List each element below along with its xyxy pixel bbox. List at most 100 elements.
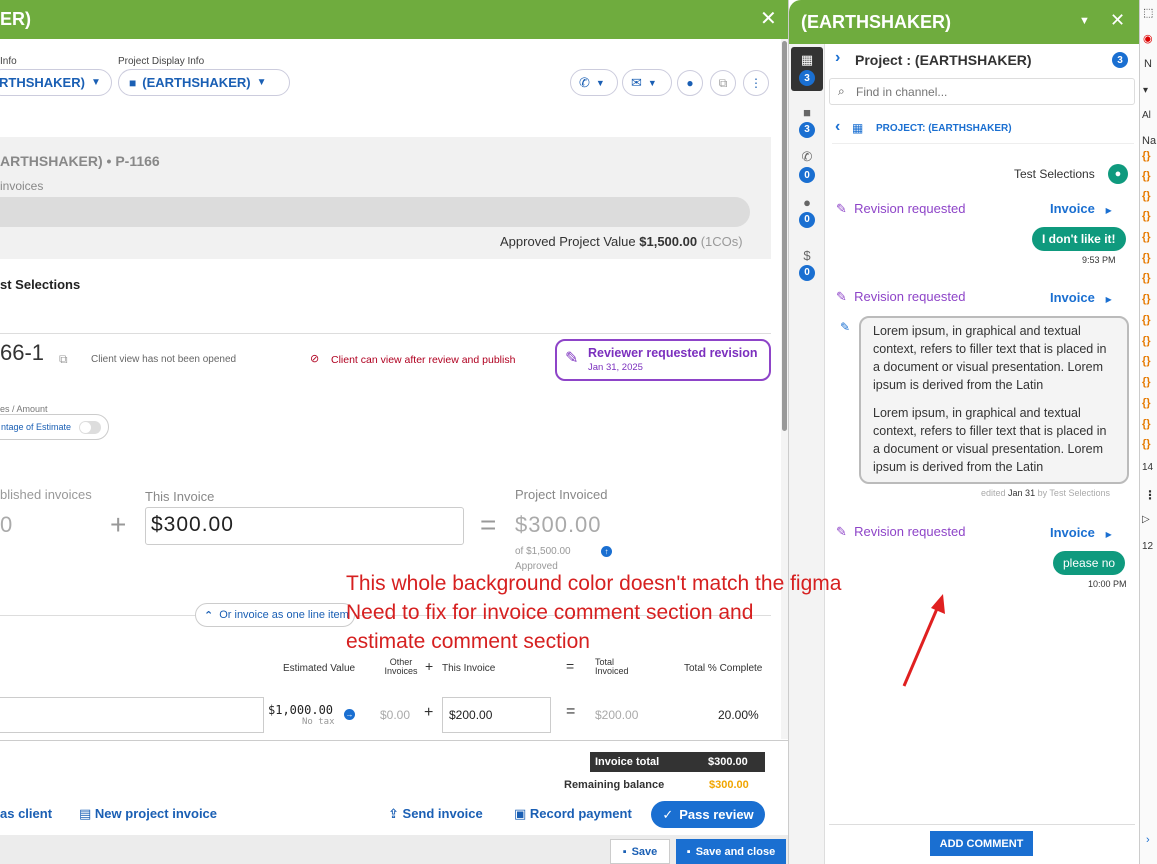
plus-icon: + <box>110 509 127 540</box>
new-project-invoice-link[interactable]: ▤ New project invoice <box>79 806 217 822</box>
rail-files[interactable]: ■ 3 <box>791 99 823 143</box>
approved-project-value: Approved Project Value $1,500.00 (1COs) <box>500 234 743 249</box>
add-comment-button[interactable]: ADD COMMENT <box>930 831 1033 856</box>
floppy-icon: ▪ <box>686 845 691 858</box>
invoice-number: 66-1 <box>0 340 45 365</box>
project-title: Project : (EARTHSHAKER) <box>855 52 1032 68</box>
play-icon[interactable]: ▷ <box>1142 514 1150 525</box>
pencil-icon: ✎ <box>836 289 847 304</box>
search-input[interactable] <box>856 82 1126 101</box>
channel-search[interactable]: ⌕ <box>829 78 1135 105</box>
toggle-switch[interactable] <box>79 421 101 434</box>
floppy-icon: ▪ <box>622 845 627 858</box>
row-no-tax: No tax <box>302 717 335 727</box>
invoice-link[interactable]: Invoice ▶ <box>1050 290 1112 305</box>
code-icon: {} <box>1142 397 1151 409</box>
message-bubble: I don't like it! <box>1032 227 1126 251</box>
scrollbar[interactable] <box>781 39 788 739</box>
remaining-balance-label: Remaining balance <box>564 779 665 791</box>
this-invoice-input[interactable]: $300.00 <box>145 507 464 545</box>
project-display-dropdown[interactable]: ■ (EARTHSHAKER) ▼ <box>118 69 290 96</box>
rail-comments[interactable]: ● 0 <box>791 189 823 233</box>
published-invoices-label: blished invoices <box>0 487 92 502</box>
devtools-text: Al <box>1142 110 1151 121</box>
mail-icon: ✉ <box>631 74 642 90</box>
record-icon[interactable]: ◉ <box>1143 32 1153 45</box>
arrow-right-icon[interactable]: → <box>344 709 355 720</box>
project-dropdown[interactable]: RTHSHAKER) ▼ <box>0 69 112 96</box>
equals-icon: = <box>566 658 575 674</box>
more-button[interactable]: ⋮ <box>743 70 769 96</box>
search-icon: ⌕ <box>838 84 845 98</box>
more-vertical-icon[interactable]: ⋮ <box>1144 488 1156 502</box>
chat-button[interactable]: ● <box>677 70 703 96</box>
annotation-line-3: estimate comment section <box>346 630 590 653</box>
edit-icon[interactable]: ✎ <box>840 320 850 334</box>
chat-area: › Project : (EARTHSHAKER) 3 ⌕ ‹ ▦ PROJEC… <box>826 44 1140 864</box>
col-total-complete: Total % Complete <box>684 663 763 674</box>
arrow-up-icon[interactable]: ↑ <box>601 546 612 557</box>
client-view-status: Client view has not been opened <box>91 354 237 365</box>
invoice-header: ER) ✕ <box>0 0 788 39</box>
folder-icon: ■ <box>803 104 811 120</box>
rail-channels[interactable]: ▦ 3 <box>791 47 823 91</box>
chevron-right-icon[interactable]: › <box>835 49 840 67</box>
code-icon: {} <box>1142 438 1151 450</box>
phone-dropdown[interactable]: ✆ ▼ <box>570 69 618 96</box>
save-and-close-button[interactable]: ▪ Save and close <box>676 839 786 864</box>
code-icon: {} <box>1142 293 1151 305</box>
chevron-right-icon[interactable]: › <box>1146 834 1150 846</box>
save-button[interactable]: ▪ Save <box>610 839 670 864</box>
chat-bubble-icon: ● <box>686 76 694 90</box>
invoice-link[interactable]: Invoice ▶ <box>1050 201 1112 216</box>
code-icon: {} <box>1142 150 1151 162</box>
copy-icon[interactable]: ⧉ <box>59 352 68 367</box>
devtools-text: 12 <box>1142 541 1154 552</box>
devtools-text: Na <box>1142 135 1157 147</box>
invoice-link[interactable]: Invoice ▶ <box>1050 525 1112 540</box>
line-item-description-input[interactable] <box>0 697 264 733</box>
caret-down-icon: ▼ <box>647 77 657 88</box>
rail-count: 0 <box>799 167 815 183</box>
record-payment-link[interactable]: ▣ Record payment <box>514 806 632 822</box>
caret-right-icon: ▶ <box>1105 206 1112 215</box>
payment-icon: ▣ <box>514 806 527 821</box>
dropdown-icon[interactable]: ▾ <box>1143 85 1148 96</box>
eye-off-icon: ⊘ <box>310 353 320 365</box>
reviewer-status-text: Reviewer requested revision <box>588 346 758 360</box>
one-line-item-toggle[interactable]: ⌃ Or invoice as one line item <box>195 603 355 627</box>
devtools-text: 14 <box>1142 462 1154 473</box>
email-dropdown[interactable]: ✉ ▼ <box>622 69 672 96</box>
divider <box>829 824 1135 825</box>
message-bubble: please no <box>1053 551 1126 575</box>
plus-icon: + <box>424 704 434 721</box>
project-invoiced-label: Project Invoiced <box>515 487 608 502</box>
rail-payments[interactable]: $ 0 <box>791 242 823 286</box>
chat-header-title: (EARTHSHAKER) <box>801 12 951 32</box>
caret-down-icon[interactable]: ▼ <box>1079 15 1090 27</box>
rail-calls[interactable]: ✆ 0 <box>791 144 823 188</box>
row-this-invoice-input[interactable]: $200.00 <box>442 697 551 733</box>
close-icon[interactable]: ✕ <box>1110 10 1125 31</box>
view-as-client-link[interactable]: as client <box>0 806 52 821</box>
annotation-line-1: This whole background color doesn't matc… <box>346 572 842 595</box>
percentage-toggle-pill[interactable]: ntage of Estimate <box>0 414 109 440</box>
select-icon[interactable]: ⬚ <box>1143 6 1153 19</box>
equals-icon: = <box>480 509 497 540</box>
avatar: ● <box>1108 164 1128 184</box>
approved-label: Approved <box>515 561 558 572</box>
row-total-complete: 20.00% <box>718 708 759 722</box>
test-selections-label: st Selections <box>0 277 81 292</box>
send-invoice-link[interactable]: ⇪ Send invoice <box>388 806 483 822</box>
phone-icon: ✆ <box>579 74 590 90</box>
pass-review-button[interactable]: ✓ Pass review <box>651 801 765 828</box>
annotation-arrow-icon <box>902 594 945 687</box>
scrollbar-thumb[interactable] <box>782 41 787 431</box>
close-icon[interactable]: ✕ <box>760 6 777 31</box>
copy-button[interactable]: ⧉ <box>710 70 736 96</box>
more-vertical-icon: ⋮ <box>750 76 762 90</box>
code-icon: {} <box>1142 170 1151 182</box>
chat-stack-icon: ▦ <box>800 52 814 67</box>
back-chevron-icon[interactable]: ‹ <box>835 118 840 136</box>
chevron-up-icon: ⌃ <box>204 609 214 622</box>
